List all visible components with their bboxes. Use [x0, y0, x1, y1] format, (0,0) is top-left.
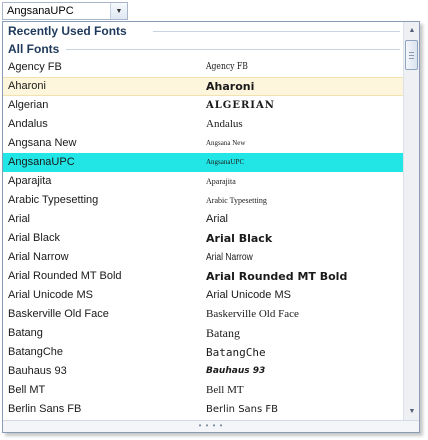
font-preview: Angsana New [206, 139, 246, 147]
section-divider [153, 31, 400, 32]
font-list-item[interactable]: Baskerville Old Face Baskerville Old Face [3, 305, 404, 324]
font-list-item[interactable]: Arial Narrow Arial Narrow [3, 248, 404, 267]
font-list-item[interactable]: Algerian ALGERIAN [3, 96, 404, 115]
font-preview: Arial [206, 213, 229, 225]
font-combo-dropdown-button[interactable]: ▼ [110, 3, 127, 19]
section-header-recent: Recently Used Fonts [3, 22, 404, 40]
font-name: AngsanaUPC [8, 156, 75, 168]
font-list-item[interactable]: AngsanaUPC AngsanaUPC [3, 153, 404, 172]
vertical-scrollbar[interactable]: ▲ ▼ [403, 22, 419, 420]
arrow-down-icon: ▼ [408, 408, 416, 415]
scroll-down-button[interactable]: ▼ [405, 404, 419, 419]
font-preview: BatangChe [206, 346, 266, 359]
section-title: Recently Used Fonts [8, 24, 127, 38]
font-name: Arial Rounded MT Bold [8, 270, 122, 282]
font-name: Angsana New [8, 137, 77, 149]
font-preview: Arial Unicode MS [206, 289, 291, 301]
scroll-up-button[interactable]: ▲ [405, 23, 419, 38]
arrow-up-icon: ▲ [408, 27, 416, 34]
font-list-item[interactable]: Angsana New Angsana New [3, 134, 404, 153]
font-list-item[interactable]: Bauhaus 93 Bauhaus 93 [3, 362, 404, 381]
font-preview: Aparajita [206, 177, 236, 186]
triangle-down-icon: ▼ [115, 7, 123, 15]
font-name: Arial [8, 213, 31, 225]
font-preview: Agency FB [206, 62, 248, 72]
font-name: Bauhaus 93 [8, 365, 67, 377]
scroll-thumb[interactable] [405, 40, 418, 70]
font-name: Aparajita [8, 175, 52, 187]
font-list-item[interactable]: Agency FB Agency FB [3, 58, 404, 77]
font-list-item[interactable]: BatangChe BatangChe [3, 343, 404, 362]
font-list-item[interactable]: Arial Black Arial Black [3, 229, 404, 248]
font-preview: Arial Rounded MT Bold [206, 270, 348, 283]
font-preview: Aharoni [206, 80, 255, 93]
font-name: Batang [8, 327, 43, 339]
font-list-item[interactable]: Batang Batang [3, 324, 404, 343]
font-name: Bell MT [8, 384, 46, 396]
font-preview: ALGERIAN [206, 100, 275, 111]
font-name: Arial Narrow [8, 251, 69, 263]
font-list-item[interactable]: Berlin Sans FB Berlin Sans FB [3, 400, 404, 419]
section-title: All Fonts [8, 42, 60, 56]
section-divider [66, 49, 400, 50]
font-list-item[interactable]: Aparajita Aparajita [3, 172, 404, 191]
font-list-item[interactable]: Arial Rounded MT Bold Arial Rounded MT Bo… [3, 267, 404, 286]
font-name: Arial Unicode MS [8, 289, 93, 301]
font-preview: AngsanaUPC [206, 158, 245, 166]
font-preview: Bell MT [206, 384, 244, 396]
font-preview: Arabic Typesetting [206, 196, 267, 205]
resize-grip[interactable]: • • • • [3, 420, 419, 432]
font-combo-value[interactable]: AngsanaUPC [7, 5, 74, 17]
section-header-all-fonts: All Fonts [3, 40, 404, 58]
font-name: Andalus [8, 118, 48, 130]
font-name: BatangChe [8, 346, 64, 358]
font-name: Algerian [8, 99, 49, 111]
font-combo-box[interactable]: AngsanaUPC ▼ [2, 2, 128, 20]
font-list: Recently Used Fonts All Fonts Agency FB A… [3, 22, 404, 420]
font-preview: Bauhaus 93 [206, 366, 266, 376]
font-preview: Batang [206, 326, 240, 340]
font-list-item[interactable]: Andalus Andalus [3, 115, 404, 134]
font-preview: Baskerville Old Face [206, 308, 299, 320]
font-name: Berlin Sans FB [8, 403, 82, 415]
font-list-item[interactable]: Aharoni Aharoni [3, 77, 404, 96]
font-name: Baskerville Old Face [8, 308, 109, 320]
font-dropdown-panel: Recently Used Fonts All Fonts Agency FB A… [2, 21, 420, 433]
font-list-item[interactable]: Arial Arial [3, 210, 404, 229]
resize-grip-icon: • • • • [198, 421, 224, 430]
font-list-item[interactable]: Bell MT Bell MT [3, 381, 404, 400]
font-preview: Berlin Sans FB [206, 404, 279, 415]
font-name: Aharoni [8, 80, 46, 92]
font-list-item[interactable]: Arial Unicode MS Arial Unicode MS [3, 286, 404, 305]
font-list-item[interactable]: Arabic Typesetting Arabic Typesetting [3, 191, 404, 210]
font-name: Arial Black [8, 232, 60, 244]
font-preview: Arial Narrow [206, 252, 253, 263]
font-name: Arabic Typesetting [8, 194, 99, 206]
font-name: Agency FB [8, 61, 62, 73]
font-preview: Andalus [206, 118, 243, 130]
font-preview: Arial Black [206, 232, 273, 245]
